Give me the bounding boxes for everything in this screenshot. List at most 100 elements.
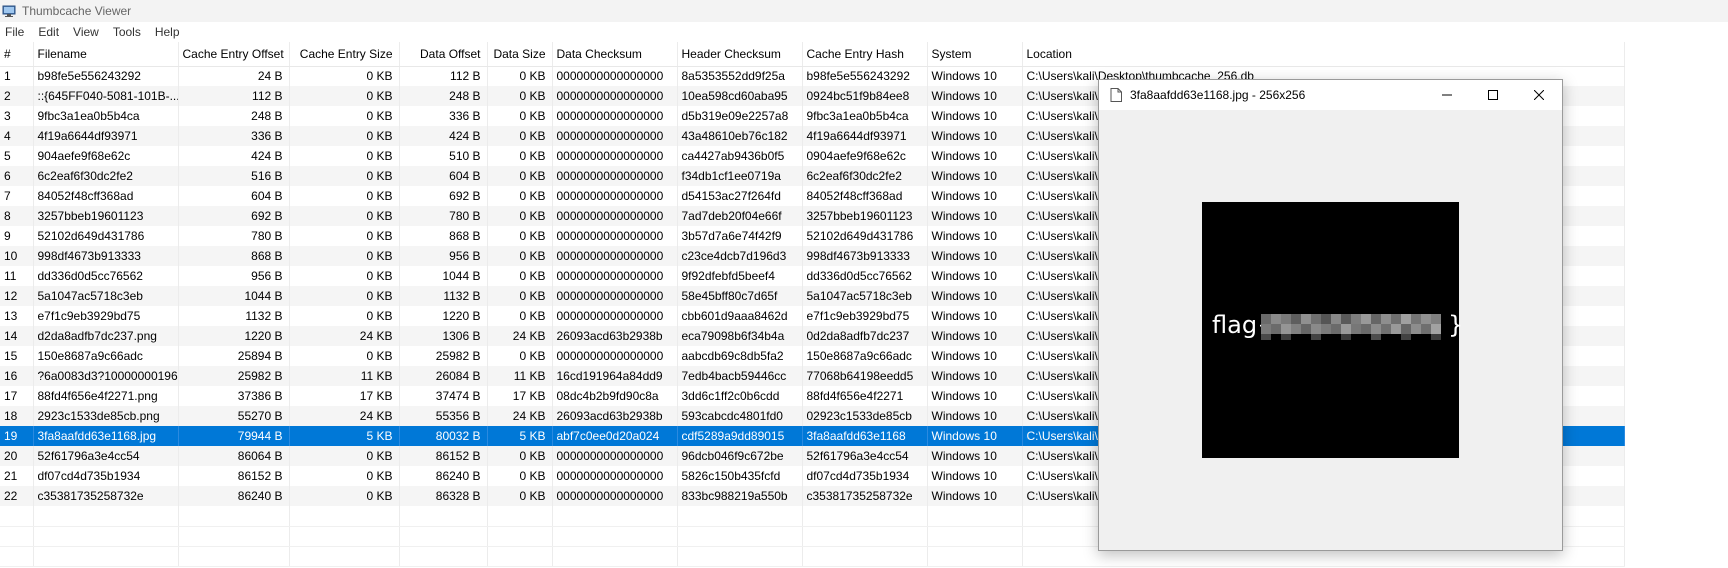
table-cell: 0000000000000000: [552, 146, 678, 166]
table-cell: 0 KB: [289, 246, 400, 266]
empty-cell: [0, 546, 34, 567]
empty-cell: [927, 526, 1023, 547]
column-header-data-checksum[interactable]: Data Checksum: [552, 42, 678, 67]
table-cell: 84052f48cff368ad: [33, 186, 179, 206]
table-cell: 84052f48cff368ad: [802, 186, 928, 206]
minimize-button[interactable]: [1424, 80, 1470, 110]
table-cell: 3dd6c1ff2c0b6cdd: [677, 386, 803, 406]
table-cell: Windows 10: [927, 246, 1023, 266]
table-cell: 0 KB: [289, 226, 400, 246]
empty-cell: [0, 526, 34, 547]
table-cell: 0 KB: [289, 466, 400, 486]
column-header-cache-entry-hash[interactable]: Cache Entry Hash: [802, 42, 928, 67]
table-cell: 15: [0, 346, 34, 366]
viewer-titlebar[interactable]: 3fa8aafdd63e1168.jpg - 256x256: [1099, 80, 1562, 110]
menu-help[interactable]: Help: [148, 22, 187, 42]
table-cell: 0000000000000000: [552, 226, 678, 246]
close-button[interactable]: [1516, 80, 1562, 110]
column-header-data-size[interactable]: Data Size: [487, 42, 553, 67]
table-cell: 11 KB: [487, 366, 553, 386]
table-cell: 9: [0, 226, 34, 246]
empty-cell: [927, 506, 1023, 527]
table-cell: 0 KB: [289, 146, 400, 166]
table-cell: 22: [0, 486, 34, 506]
empty-cell: [487, 526, 553, 547]
table-cell: 5: [0, 146, 34, 166]
table-cell: 0000000000000000: [552, 106, 678, 126]
column-header-location[interactable]: Location: [1022, 42, 1625, 67]
table-cell: Windows 10: [927, 266, 1023, 286]
menu-tools[interactable]: Tools: [106, 22, 148, 42]
empty-cell: [178, 506, 290, 527]
table-cell: 2923c1533de85cb.png: [33, 406, 179, 426]
menu-view[interactable]: View: [66, 22, 106, 42]
thumbnail-viewer-window[interactable]: 3fa8aafdd63e1168.jpg - 256x256 flag{ }: [1098, 79, 1563, 551]
table-cell: 0924bc51f9b84ee8: [802, 86, 928, 106]
empty-cell: [487, 546, 553, 567]
table-cell: 0 KB: [487, 146, 553, 166]
column-header-data-offset[interactable]: Data Offset: [399, 42, 488, 67]
empty-cell: [802, 506, 928, 527]
table-cell: 25894 B: [178, 346, 290, 366]
maximize-button[interactable]: [1470, 80, 1516, 110]
table-cell: abf7c0ee0d20a024: [552, 426, 678, 446]
table-cell: Windows 10: [927, 166, 1023, 186]
close-icon: [1534, 90, 1544, 100]
table-cell: 0000000000000000: [552, 286, 678, 306]
table-cell: 12: [0, 286, 34, 306]
table-cell: 0 KB: [289, 126, 400, 146]
column-header-system[interactable]: System: [927, 42, 1023, 67]
menu-file[interactable]: File: [0, 22, 31, 42]
table-cell: 10ea598cd60aba95: [677, 86, 803, 106]
table-cell: Windows 10: [927, 486, 1023, 506]
table-cell: Windows 10: [927, 406, 1023, 426]
table-cell: 248 B: [399, 86, 488, 106]
table-header: # Filename Cache Entry Offset Cache Entry S…: [0, 42, 1625, 67]
table-cell: 17 KB: [289, 386, 400, 406]
table-cell: 18: [0, 406, 34, 426]
table-cell: 336 B: [178, 126, 290, 146]
table-cell: Windows 10: [927, 386, 1023, 406]
table-cell: dd336d0d5cc76562: [33, 266, 179, 286]
table-cell: 19: [0, 426, 34, 446]
menu-edit[interactable]: Edit: [31, 22, 66, 42]
table-cell: 24 KB: [289, 406, 400, 426]
table-cell: 79944 B: [178, 426, 290, 446]
table-cell: 833bc988219a550b: [677, 486, 803, 506]
table-cell: 5 KB: [289, 426, 400, 446]
table-cell: 0000000000000000: [552, 186, 678, 206]
table-cell: 0 KB: [487, 106, 553, 126]
column-header-cache-entry-size[interactable]: Cache Entry Size: [289, 42, 400, 67]
table-cell: Windows 10: [927, 206, 1023, 226]
column-header-header-checksum[interactable]: Header Checksum: [677, 42, 803, 67]
table-cell: dd336d0d5cc76562: [802, 266, 928, 286]
table-cell: aabcdb69c8db5fa2: [677, 346, 803, 366]
table-cell: ?6a0083d3?10000000196...: [33, 366, 179, 386]
table-cell: Windows 10: [927, 146, 1023, 166]
table-cell: 0000000000000000: [552, 206, 678, 226]
table-cell: 956 B: [178, 266, 290, 286]
table-cell: 0 KB: [487, 266, 553, 286]
table-cell: Windows 10: [927, 186, 1023, 206]
column-header-filename[interactable]: Filename: [33, 42, 179, 67]
table-cell: 0000000000000000: [552, 86, 678, 106]
thumbnail-image: flag{ }: [1202, 202, 1463, 458]
table-cell: 0000000000000000: [552, 166, 678, 186]
table-cell: 150e8687a9c66adc: [33, 346, 179, 366]
column-header-index[interactable]: #: [0, 42, 34, 67]
table-cell: 0000000000000000: [552, 486, 678, 506]
table-cell: e7f1c9eb3929bd75: [33, 306, 179, 326]
table-cell: 16cd191964a84dd9: [552, 366, 678, 386]
table-cell: 9fbc3a1ea0b5b4ca: [33, 106, 179, 126]
table-cell: 1132 B: [399, 286, 488, 306]
table-cell: 0 KB: [289, 106, 400, 126]
table-cell: 0 KB: [289, 186, 400, 206]
table-cell: b98fe5e556243292: [33, 66, 179, 86]
table-cell: 6c2eaf6f30dc2fe2: [33, 166, 179, 186]
table-cell: d2da8adfb7dc237.png: [33, 326, 179, 346]
empty-cell: [0, 506, 34, 527]
empty-cell: [552, 526, 678, 547]
table-cell: 0d2da8adfb7dc237: [802, 326, 928, 346]
column-header-cache-entry-offset[interactable]: Cache Entry Offset: [178, 42, 290, 67]
table-cell: 956 B: [399, 246, 488, 266]
